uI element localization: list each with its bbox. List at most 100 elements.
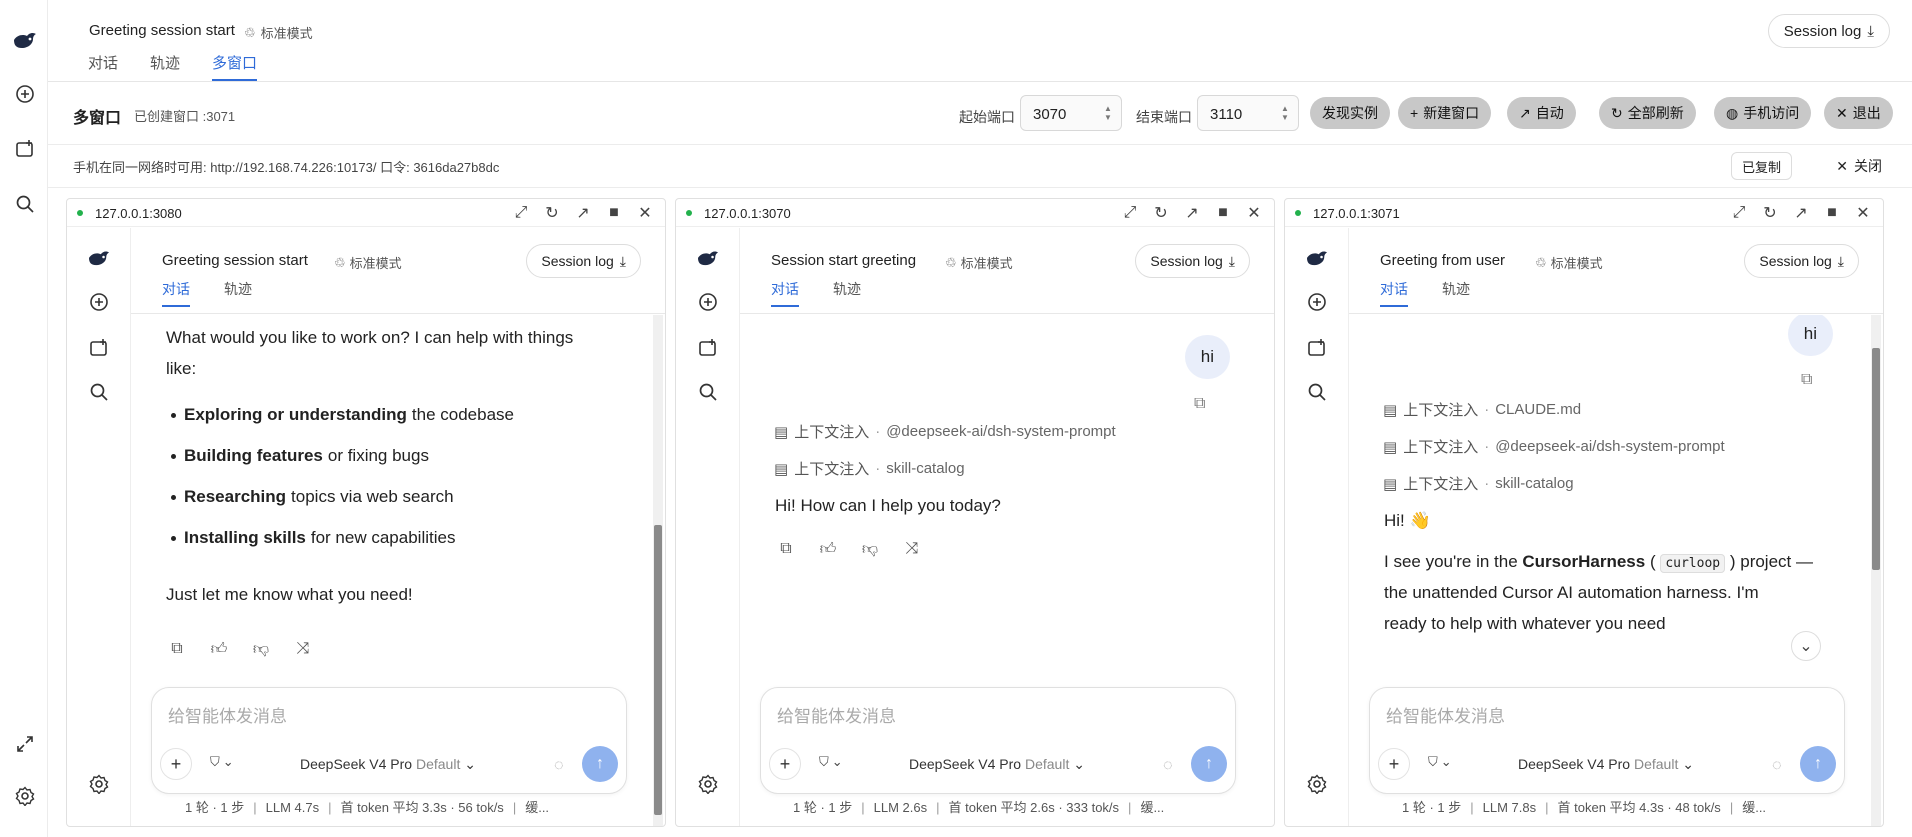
new-folder-icon[interactable] <box>87 336 111 360</box>
discover-instances-button[interactable]: 发现实例 <box>1310 97 1390 129</box>
thumbs-down-icon[interactable]: 👎︎ <box>249 637 273 661</box>
send-button[interactable]: ↑ <box>1800 746 1836 782</box>
scrollbar-thumb[interactable] <box>654 525 662 815</box>
close-icon[interactable]: ✕ <box>1853 203 1873 223</box>
context-injection[interactable]: ▤ 上下文注入 · @deepseek-ai/dsh-system-prompt <box>774 421 1116 442</box>
session-log-button[interactable]: Session log ⤓ <box>1744 244 1859 278</box>
session-log-button[interactable]: Session log ⤓ <box>1135 244 1250 278</box>
branch-icon[interactable]: ⤨ <box>291 637 315 661</box>
tab-trace[interactable]: 轨迹 <box>833 279 861 307</box>
expand-icon[interactable] <box>12 731 38 757</box>
permission-selector[interactable]: ⛉ ⌄ <box>819 754 843 770</box>
open-external-icon[interactable]: ↗ <box>1182 203 1202 223</box>
mode-badge[interactable]: ♲ 标准模式 <box>945 253 1013 272</box>
stepper-icon[interactable]: ▲ ▼ <box>1103 104 1113 122</box>
whale-logo-icon[interactable] <box>12 26 38 52</box>
copy-icon[interactable]: ⧉ <box>1194 395 1214 415</box>
end-port-input[interactable]: 3110 ▲ ▼ <box>1197 95 1299 131</box>
new-chat-icon[interactable] <box>87 290 111 314</box>
tab-chat[interactable]: 对话 <box>771 279 799 307</box>
message-input[interactable]: 给智能体发消息 <box>1386 702 1505 727</box>
copy-icon[interactable]: ⧉ <box>774 537 798 561</box>
copied-button[interactable]: 已复制 <box>1730 152 1792 180</box>
tab-multiwindow[interactable]: 多窗口 <box>212 52 258 81</box>
tab-chat[interactable]: 对话 <box>162 279 190 307</box>
close-icon[interactable]: ✕ <box>635 203 655 223</box>
search-icon[interactable] <box>696 380 720 404</box>
new-chat-icon[interactable] <box>12 81 38 107</box>
context-injection[interactable]: ▤ 上下文注入 · skill-catalog <box>1383 473 1574 494</box>
model-selector[interactable]: DeepSeek V4 Pro Default ⌄ <box>300 756 476 773</box>
message-input[interactable]: 给智能体发消息 <box>168 702 287 727</box>
copy-icon[interactable]: ⧉ <box>1801 371 1821 391</box>
model-selector[interactable]: DeepSeek V4 Pro Default ⌄ <box>909 756 1085 773</box>
context-injection[interactable]: ▤ 上下文注入 · @deepseek-ai/dsh-system-prompt <box>1383 436 1725 457</box>
session-log-button[interactable]: Session log ⤓ <box>526 244 641 278</box>
refresh-icon[interactable]: ↻ <box>542 203 562 223</box>
refresh-icon[interactable]: ↻ <box>1151 203 1171 223</box>
stop-icon[interactable]: ■ <box>1822 203 1842 223</box>
expand-icon[interactable]: ⤢ <box>511 203 531 223</box>
new-folder-icon[interactable] <box>1305 336 1329 360</box>
send-button[interactable]: ↑ <box>582 746 618 782</box>
context-injection[interactable]: ▤ 上下文注入 · CLAUDE.md <box>1383 399 1581 420</box>
scrollbar-thumb[interactable] <box>1872 348 1880 570</box>
refresh-all-button[interactable]: ↻ 全部刷新 <box>1599 97 1696 129</box>
session-log-button[interactable]: Session log ⤓ <box>1767 14 1890 48</box>
tab-chat[interactable]: 对话 <box>88 52 118 81</box>
context-injection[interactable]: ▤ 上下文注入 · skill-catalog <box>774 458 965 479</box>
open-external-icon[interactable]: ↗ <box>1791 203 1811 223</box>
close-info-button[interactable]: ✕ 关闭 <box>1836 152 1882 180</box>
copy-icon[interactable]: ⧉ <box>165 637 189 661</box>
whale-logo-icon[interactable] <box>87 245 111 269</box>
stop-icon[interactable]: ■ <box>604 203 624 223</box>
mode-badge[interactable]: ♲ 标准模式 <box>334 253 402 272</box>
mode-badge[interactable]: ♲ 标准模式 <box>244 23 313 42</box>
whale-logo-icon[interactable] <box>1305 245 1329 269</box>
settings-icon[interactable] <box>12 783 38 809</box>
stepper-icon[interactable]: ▲ ▼ <box>1280 104 1290 122</box>
exit-button[interactable]: ✕ 退出 <box>1824 97 1893 129</box>
settings-icon[interactable] <box>87 772 111 796</box>
start-port-input[interactable]: 3070 ▲ ▼ <box>1020 95 1122 131</box>
attach-button[interactable]: + <box>769 748 801 780</box>
thumbs-up-icon[interactable]: 👍︎ <box>207 637 231 661</box>
message-composer[interactable]: 给智能体发消息 + ⛉ ⌄ DeepSeek V4 Pro Default ⌄ ◌… <box>151 687 627 794</box>
permission-selector[interactable]: ⛉ ⌄ <box>210 754 234 770</box>
model-selector[interactable]: DeepSeek V4 Pro Default ⌄ <box>1518 756 1694 773</box>
new-window-button[interactable]: + 新建窗口 <box>1398 97 1492 129</box>
scrollbar[interactable] <box>1871 315 1881 826</box>
stop-icon[interactable]: ■ <box>1213 203 1233 223</box>
expand-icon[interactable]: ⤢ <box>1729 203 1749 223</box>
search-icon[interactable] <box>12 191 38 217</box>
attach-button[interactable]: + <box>1378 748 1410 780</box>
mode-badge[interactable]: ♲ 标准模式 <box>1535 253 1603 272</box>
scroll-down-button[interactable]: ⌄ <box>1791 631 1821 661</box>
tab-trace[interactable]: 轨迹 <box>1442 279 1470 307</box>
search-icon[interactable] <box>1305 380 1329 404</box>
send-button[interactable]: ↑ <box>1191 746 1227 782</box>
message-composer[interactable]: 给智能体发消息 + ⛉ ⌄ DeepSeek V4 Pro Default ⌄ ◌… <box>1369 687 1845 794</box>
thumbs-down-icon[interactable]: 👎︎ <box>858 537 882 561</box>
attach-button[interactable]: + <box>160 748 192 780</box>
whale-logo-icon[interactable] <box>696 245 720 269</box>
new-chat-icon[interactable] <box>1305 290 1329 314</box>
thumbs-up-icon[interactable]: 👍︎ <box>816 537 840 561</box>
new-folder-icon[interactable] <box>12 136 38 162</box>
settings-icon[interactable] <box>1305 772 1329 796</box>
expand-icon[interactable]: ⤢ <box>1120 203 1140 223</box>
tab-trace[interactable]: 轨迹 <box>150 52 180 81</box>
message-input[interactable]: 给智能体发消息 <box>777 702 896 727</box>
mobile-access-button[interactable]: ◍ 手机访问 <box>1714 97 1812 129</box>
refresh-icon[interactable]: ↻ <box>1760 203 1780 223</box>
scrollbar[interactable] <box>653 315 663 826</box>
permission-selector[interactable]: ⛉ ⌄ <box>1428 754 1452 770</box>
tab-trace[interactable]: 轨迹 <box>224 279 252 307</box>
search-icon[interactable] <box>87 380 111 404</box>
settings-icon[interactable] <box>696 772 720 796</box>
new-chat-icon[interactable] <box>696 290 720 314</box>
close-icon[interactable]: ✕ <box>1244 203 1264 223</box>
message-composer[interactable]: 给智能体发消息 + ⛉ ⌄ DeepSeek V4 Pro Default ⌄ ◌… <box>760 687 1236 794</box>
tab-chat[interactable]: 对话 <box>1380 279 1408 307</box>
auto-button[interactable]: ↗ 自动 <box>1507 97 1576 129</box>
